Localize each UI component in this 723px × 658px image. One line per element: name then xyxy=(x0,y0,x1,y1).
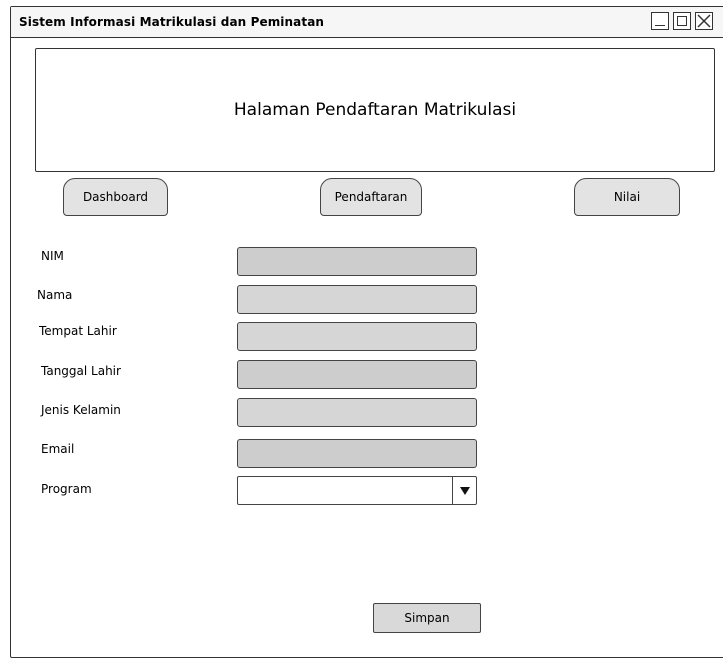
program-select[interactable] xyxy=(237,476,477,505)
maximize-icon[interactable] xyxy=(673,12,691,30)
nav-dashboard-button[interactable]: Dashboard xyxy=(63,178,168,216)
nav-nilai-button[interactable]: Nilai xyxy=(574,178,680,216)
nav-nilai-label: Nilai xyxy=(613,190,641,204)
nim-label: NIM xyxy=(41,249,64,263)
save-button-label: Simpan xyxy=(404,611,450,625)
tanggal-lahir-field[interactable] xyxy=(237,360,477,389)
tempat-lahir-label: Tempat Lahir xyxy=(39,324,117,338)
email-field[interactable] xyxy=(237,439,477,468)
nav-dashboard-label: Dashboard xyxy=(82,190,149,204)
program-label: Program xyxy=(41,482,92,496)
nav-pendaftaran-label: Pendaftaran xyxy=(334,190,408,204)
minimize-icon[interactable] xyxy=(651,12,669,30)
nama-field[interactable] xyxy=(237,285,477,314)
email-label: Email xyxy=(41,442,75,456)
close-icon[interactable] xyxy=(695,12,713,30)
window-title: Sistem Informasi Matrikulasi dan Peminat… xyxy=(19,15,325,29)
tempat-lahir-field[interactable] xyxy=(237,322,477,351)
jenis-kelamin-field[interactable] xyxy=(237,398,477,427)
save-button[interactable]: Simpan xyxy=(373,603,481,633)
nim-field[interactable] xyxy=(237,247,477,276)
app-window: Sistem Informasi Matrikulasi dan Peminat… xyxy=(10,6,723,658)
page-header-banner: Halaman Pendaftaran Matrikulasi xyxy=(35,48,715,172)
jenis-kelamin-label: Jenis Kelamin xyxy=(41,403,121,417)
page-title: Halaman Pendaftaran Matrikulasi xyxy=(233,100,517,120)
nav-pendaftaran-button[interactable]: Pendaftaran xyxy=(320,178,422,216)
nama-label: Nama xyxy=(37,288,73,302)
dropdown-arrow-icon[interactable] xyxy=(452,477,476,504)
tanggal-lahir-label: Tanggal Lahir xyxy=(41,364,121,378)
title-bar: Sistem Informasi Matrikulasi dan Peminat… xyxy=(11,7,723,38)
